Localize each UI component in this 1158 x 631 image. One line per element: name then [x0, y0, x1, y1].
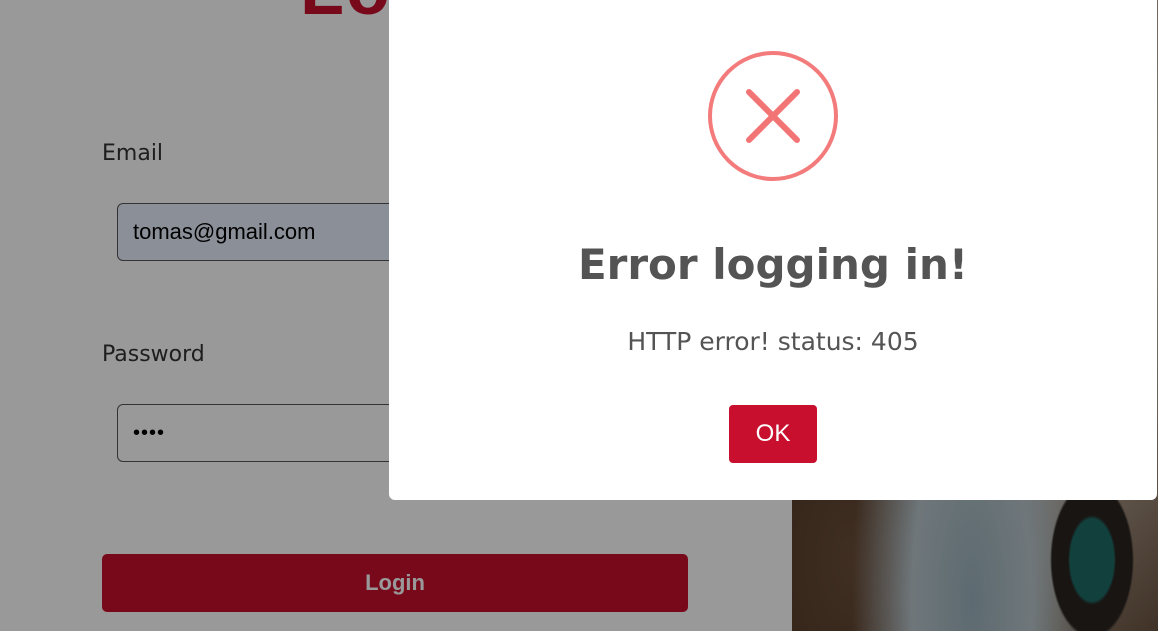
error-x-icon: [708, 51, 838, 181]
error-dialog: Error logging in! HTTP error! status: 40…: [389, 0, 1157, 500]
ok-button[interactable]: OK: [729, 405, 817, 463]
dialog-message: HTTP error! status: 405: [627, 327, 919, 356]
dialog-title: Error logging in!: [577, 240, 969, 289]
